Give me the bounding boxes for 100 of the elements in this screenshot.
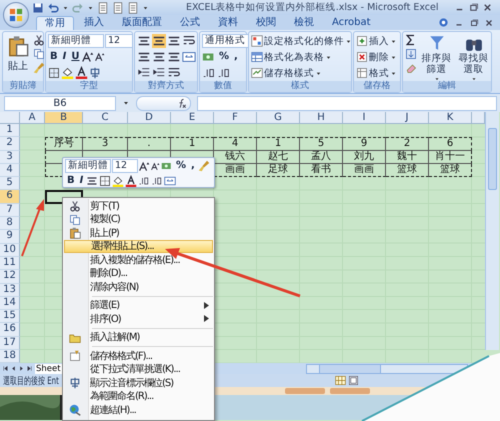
ribbon-tab[interactable]: 檢視: [286, 16, 322, 30]
ribbon-tab[interactable]: Acrobat: [324, 16, 379, 30]
column-header[interactable]: A: [20, 112, 45, 124]
row-header[interactable]: 9: [0, 230, 20, 244]
menu-item[interactable]: 為範圍命名(R)...: [64, 390, 213, 403]
editing-button[interactable]: 排序與篩選: [419, 34, 454, 79]
table-cell: .: [128, 137, 171, 151]
font-field[interactable]: 新細明體: [65, 159, 111, 173]
menu-item[interactable]: 篩選(E): [64, 298, 213, 312]
table-cell: 6: [429, 137, 472, 151]
menu-item[interactable]: 選擇性貼上(S)...: [64, 240, 213, 253]
comma-button[interactable]: ,: [189, 159, 197, 173]
column-header[interactable]: H: [300, 112, 343, 124]
menu-item[interactable]: 顯示注音標示欄位(S): [64, 376, 213, 390]
row-header[interactable]: 14: [0, 296, 20, 310]
status-text: 選取目的後按 Ent: [3, 374, 59, 388]
row-header[interactable]: 1: [0, 124, 20, 138]
group-label: 儲存格: [354, 81, 400, 92]
row-header[interactable]: 10: [0, 244, 20, 257]
column-header[interactable]: I: [343, 112, 386, 124]
table-cell: 刘九: [343, 150, 386, 164]
row-header[interactable]: 6: [0, 190, 20, 204]
group-label: 對齊方式: [135, 81, 197, 92]
row-header[interactable]: 5: [0, 177, 20, 190]
group-label: 字型: [46, 81, 132, 92]
paste-button[interactable]: 貼上: [5, 34, 31, 79]
table-cell: 画画: [343, 164, 386, 178]
ribbon-tab[interactable]: 校閱: [248, 16, 284, 30]
ribbon-tab[interactable]: 常用: [36, 16, 74, 30]
font-field[interactable]: 新細明體: [48, 34, 104, 48]
column-header[interactable]: B: [45, 112, 83, 124]
bold-button[interactable]: B: [65, 174, 77, 188]
sheet-tab[interactable]: Sheet: [35, 364, 62, 374]
cells-menu-button[interactable]: 格式: [369, 66, 389, 80]
menu-item[interactable]: 清除內容(N): [64, 280, 213, 294]
menu-item[interactable]: 超連結(H)...: [64, 403, 213, 416]
row-header[interactable]: 2: [0, 137, 20, 151]
percent-button[interactable]: %: [174, 159, 188, 173]
percent-button[interactable]: %: [217, 50, 232, 64]
table-cell: 足球: [257, 164, 300, 178]
cells-menu-button[interactable]: 刪除: [369, 50, 389, 64]
bold-button[interactable]: B: [48, 50, 60, 64]
comma-button[interactable]: ,: [232, 50, 240, 64]
row-header[interactable]: 12: [0, 270, 20, 284]
row-header[interactable]: 18: [0, 350, 20, 364]
table-cell: 3: [83, 137, 128, 151]
row-header[interactable]: 16: [0, 323, 20, 337]
column-header[interactable]: C: [83, 112, 128, 124]
row-header[interactable]: 3: [0, 150, 20, 164]
column-header[interactable]: E: [171, 112, 214, 124]
ribbon-tab[interactable]: 公式: [172, 16, 208, 30]
row-header[interactable]: 4: [0, 164, 20, 178]
row-header[interactable]: 11: [0, 256, 20, 270]
menu-item[interactable]: 插入複製的儲存格(E)...: [64, 253, 213, 266]
group-label: 編輯: [403, 81, 491, 92]
ribbon-tab[interactable]: 版面配置: [114, 16, 170, 30]
menu-item[interactable]: 插入註解(M): [64, 330, 213, 344]
row-header[interactable]: 7: [0, 204, 20, 218]
menu-item[interactable]: 排序(O): [64, 312, 213, 326]
italic-button[interactable]: I: [60, 50, 68, 64]
column-header[interactable]: K: [429, 112, 472, 124]
table-cell: 2: [386, 137, 429, 151]
style-menu-button[interactable]: 格式化為表格: [264, 50, 324, 64]
table-cell: 4: [214, 137, 257, 151]
ribbon-tab[interactable]: 資料: [210, 16, 246, 30]
style-menu-button[interactable]: 儲存格樣式: [264, 66, 314, 80]
font-size-field[interactable]: 12: [112, 159, 138, 173]
table-cell: 1: [171, 137, 214, 151]
group-label: 數值: [200, 81, 246, 92]
number-format-field[interactable]: 通用格式: [202, 34, 250, 48]
style-menu-button[interactable]: 設定格式化的條件: [264, 34, 344, 48]
column-header[interactable]: J: [386, 112, 429, 124]
table-cell: 9: [343, 137, 386, 151]
table-cell: 1: [257, 137, 300, 151]
row-header[interactable]: 17: [0, 336, 20, 350]
table-cell: 魏十: [386, 150, 429, 164]
name-box[interactable]: B6: [4, 96, 116, 110]
column-header[interactable]: G: [257, 112, 300, 124]
table-cell: 篮球: [386, 164, 429, 178]
menu-item[interactable]: 複製(C): [64, 212, 213, 226]
menu-item[interactable]: 貼上(P): [64, 226, 213, 240]
row-header[interactable]: 8: [0, 217, 20, 230]
table-cell: 孟八: [300, 150, 343, 164]
table-cell: 5: [300, 137, 343, 151]
italic-button[interactable]: I: [78, 174, 86, 188]
menu-item[interactable]: 從下拉式清單挑選(K)...: [64, 362, 213, 376]
row-header[interactable]: 15: [0, 310, 20, 324]
row-header[interactable]: 13: [0, 284, 20, 297]
menu-item[interactable]: 儲存格格式(F)...: [64, 349, 213, 362]
editing-button[interactable]: 尋找與選取: [456, 34, 491, 79]
column-header[interactable]: D: [128, 112, 171, 124]
menu-item[interactable]: 剪下(T): [64, 199, 213, 212]
column-header[interactable]: F: [214, 112, 257, 124]
menu-item[interactable]: 刪除(D)...: [64, 266, 213, 280]
font-size-field[interactable]: 12: [105, 34, 133, 48]
cells-menu-button[interactable]: 插入: [369, 34, 389, 48]
table-cell: 序号: [45, 137, 83, 151]
group-label: 剪貼簿: [3, 81, 43, 92]
ribbon-tab[interactable]: 插入: [76, 16, 112, 30]
underline-button[interactable]: U: [69, 50, 82, 64]
